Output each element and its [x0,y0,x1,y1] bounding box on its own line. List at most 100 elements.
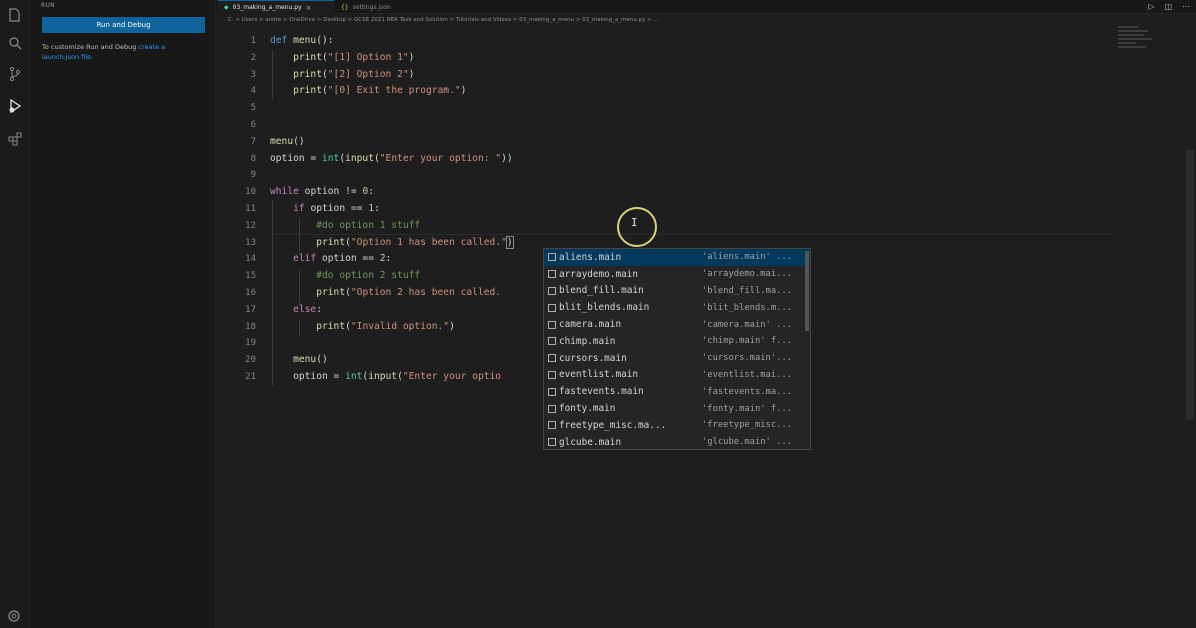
line-number: 20 [245,355,256,366]
line-number: 11 [245,203,256,214]
code-line[interactable]: #do option 1 stuff [270,218,513,235]
suggestion-item[interactable]: freetype_misc.ma... 'freetype_misc... [544,417,810,434]
suggestion-detail: 'fonty.main' f... [702,403,793,414]
code-line[interactable]: option = int(input("Enter your optio [270,369,513,386]
run-and-debug-button[interactable]: Run and Debug [42,17,205,33]
line-number: 18 [245,321,256,332]
code-line[interactable]: print("[0] Exit the program.") [270,83,513,100]
suggestion-label: aliens.main [559,251,622,263]
minimap[interactable] [1118,26,1178,66]
module-icon [548,286,556,295]
suggestion-item[interactable]: aliens.main 'aliens.main' ... [544,249,810,266]
code-line[interactable]: print("Invalid option.") [270,319,513,336]
code-lines[interactable]: def menu(): print("[1] Option 1") print(… [270,33,514,386]
code-line[interactable]: def menu(): [270,33,513,50]
split-editor-icon[interactable]: ◫ [1164,2,1172,11]
suggestion-item[interactable]: camera.main 'camera.main' ... [544,316,810,333]
suggestion-item[interactable]: eventlist.main 'eventlist.mai... [544,367,810,384]
minimap-line [1118,26,1138,28]
suggestion-detail: 'glcube.main' ... [702,437,793,448]
suggestion-item[interactable]: fonty.main 'fonty.main' f... [544,400,810,417]
suggestion-item[interactable]: arraydemo.main 'arraydemo.mai... [544,266,810,283]
editor-tab-bar: ◆ 03_making_a_menu.py × {} settings.json… [216,0,1196,14]
suggestion-detail: 'fastevents.ma... [702,386,793,397]
code-line[interactable]: if option == 1: [270,201,513,218]
suggestion-label: camera.main [559,319,622,331]
line-number: 10 [245,187,256,198]
suggestion-detail: 'arraydemo.mai... [702,269,793,280]
tab-making-a-menu[interactable]: ◆ 03_making_a_menu.py × [218,0,334,14]
source-control-icon[interactable] [6,65,24,83]
sidebar-hint: To customize Run and Debug create a laun… [42,42,192,62]
code-line[interactable] [270,117,513,134]
module-icon [548,370,556,379]
code-line[interactable]: else: [270,302,513,319]
code-line[interactable]: elif option == 2: [270,251,513,268]
suggestion-item[interactable]: glcube.main 'glcube.main' ... [544,434,810,451]
settings-gear-icon[interactable] [6,608,22,624]
tab-label: 03_making_a_menu.py [232,4,302,11]
suggestion-item[interactable]: blend_fill.main 'blend_fill.ma... [544,283,810,300]
suggestion-detail: 'chimp.main' f... [702,336,793,347]
code-line[interactable]: menu() [270,134,513,151]
line-number: 16 [245,287,256,298]
code-line[interactable]: menu() [270,352,513,369]
line-number: 9 [250,170,256,181]
run-file-icon[interactable]: ▷ [1148,2,1154,11]
line-number: 5 [250,103,256,114]
module-icon [548,387,556,396]
module-icon [548,253,556,262]
suggestion-detail: 'cursors.main'... [702,353,793,364]
explorer-icon[interactable] [6,6,24,24]
line-number: 13 [245,237,256,248]
line-number: 1 [250,36,256,46]
suggestion-detail: 'freetype_misc... [702,420,793,431]
breadcrumb[interactable]: C: > Users > andre > OneDrive > Desktop … [228,17,659,23]
code-line[interactable] [270,335,513,352]
python-file-icon: ◆ [224,4,229,11]
line-number: 19 [245,338,256,349]
suggestion-detail: 'camera.main' ... [702,319,793,330]
module-icon [548,337,556,346]
close-icon[interactable]: × [306,4,312,12]
code-line[interactable]: option = int(input("Enter your option: "… [270,151,513,168]
suggestion-label: arraydemo.main [559,268,639,280]
code-line[interactable]: while option != 0: [270,184,513,201]
code-line[interactable] [270,167,513,184]
editor-scrollbar[interactable] [1186,150,1194,420]
code-line[interactable]: print("[2] Option 2") [270,67,513,84]
tab-settings-json[interactable]: {} settings.json [335,0,405,14]
module-icon [548,438,556,447]
minimap-line [1118,42,1136,44]
line-number: 8 [250,153,256,164]
line-number: 2 [250,52,256,63]
text-cursor-icon: I [631,216,638,229]
module-icon [548,270,556,279]
code-line[interactable] [270,100,513,117]
suggestion-item[interactable]: cursors.main 'cursors.main'... [544,350,810,367]
search-icon[interactable] [6,34,24,52]
suggestion-item[interactable]: chimp.main 'chimp.main' f... [544,333,810,350]
code-line[interactable]: print("Option 2 has been called. [270,285,513,302]
suggestion-label: glcube.main [559,436,622,448]
suggestion-item[interactable]: fastevents.main 'fastevents.ma... [544,383,810,400]
line-number: 17 [245,304,256,315]
minimap-line [1118,34,1144,36]
line-number: 15 [245,271,256,282]
code-line[interactable]: print("[1] Option 1") [270,50,513,67]
code-line[interactable]: #do option 2 stuff [270,268,513,285]
autocomplete-suggestions[interactable]: aliens.main 'aliens.main' ... arraydemo.m… [543,248,811,450]
line-number: 12 [245,220,256,231]
sidebar-hint-text: To customize Run and Debug [42,43,137,51]
code-line[interactable]: print("Option 1 has been called.") [270,235,514,252]
suggestion-label: fonty.main [559,403,616,415]
line-number: 6 [250,119,256,130]
suggestion-item[interactable]: blit_blends.main 'blit_blends.m... [544,299,810,316]
run-debug-icon[interactable] [6,97,24,115]
json-file-icon: {} [341,3,349,11]
suggestions-scrollbar[interactable] [805,251,809,331]
more-actions-icon[interactable]: ⋯ [1182,2,1190,11]
extensions-icon[interactable] [6,130,24,148]
line-number: 7 [250,136,256,147]
minimap-line [1118,46,1146,48]
